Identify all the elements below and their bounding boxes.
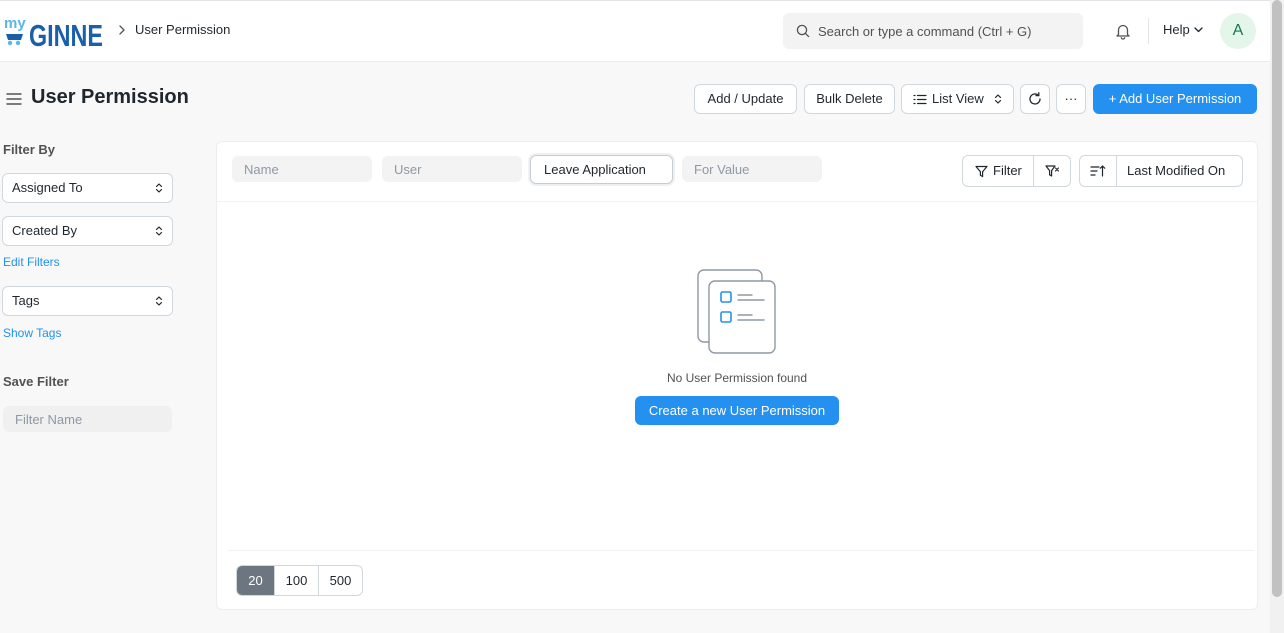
select-updown-icon	[155, 296, 163, 306]
card-footer-divider	[228, 550, 1254, 551]
page-size-500[interactable]: 500	[319, 566, 362, 595]
tags-select[interactable]: Tags	[2, 286, 173, 316]
save-filter-label: Save Filter	[3, 374, 69, 389]
empty-list-illustration-icon	[697, 269, 776, 354]
user-filter-input[interactable]	[382, 156, 522, 182]
bulk-delete-button[interactable]: Bulk Delete	[804, 84, 895, 114]
add-update-button[interactable]: Add / Update	[694, 84, 797, 114]
user-avatar[interactable]: A	[1220, 13, 1256, 49]
assigned-to-label: Assigned To	[12, 180, 83, 195]
page-size-100[interactable]: 100	[275, 566, 318, 595]
filter-by-label: Filter By	[3, 142, 56, 157]
breadcrumb-chevron-icon	[119, 25, 125, 35]
allow-filter-input[interactable]	[530, 155, 673, 184]
search-input[interactable]	[818, 13, 1073, 49]
chevron-down-icon	[1194, 27, 1203, 33]
app-logo[interactable]: my GINNE	[4, 14, 104, 53]
for-value-filter-input[interactable]	[682, 156, 822, 182]
select-updown-icon	[155, 183, 163, 193]
list-view-label: List View	[932, 91, 984, 106]
create-new-user-permission-button[interactable]: Create a new User Permission	[635, 396, 839, 425]
tags-label: Tags	[12, 293, 40, 308]
list-icon	[913, 94, 927, 105]
refresh-button[interactable]	[1020, 84, 1050, 114]
page-size-20[interactable]: 20	[237, 566, 274, 595]
logo-text-brand: GINNE	[29, 18, 103, 48]
page-scrollbar-thumb[interactable]	[1272, 0, 1282, 597]
page-title: User Permission	[31, 86, 189, 108]
breadcrumb-user-permission[interactable]: User Permission	[135, 22, 230, 37]
edit-filters-link[interactable]: Edit Filters	[3, 255, 60, 269]
filter-icon	[975, 165, 988, 178]
filter-name-input[interactable]	[3, 406, 172, 432]
help-dropdown[interactable]: Help	[1163, 22, 1190, 37]
filter-button[interactable]: Filter	[962, 155, 1034, 187]
created-by-label: Created By	[12, 223, 78, 238]
created-by-select[interactable]: Created By	[2, 216, 173, 246]
notification-bell-icon[interactable]	[1114, 22, 1132, 40]
card-divider	[217, 201, 1257, 202]
logo-text-my: my	[4, 15, 26, 32]
awesomebar[interactable]	[783, 13, 1083, 49]
assigned-to-select[interactable]: Assigned To	[2, 173, 173, 203]
filter-button-label: Filter	[993, 163, 1022, 178]
search-icon	[796, 24, 810, 38]
empty-state-message: No User Permission found	[666, 371, 808, 385]
name-filter-input[interactable]	[232, 156, 372, 182]
clear-filters-button[interactable]	[1033, 155, 1071, 187]
sidebar-toggle-icon[interactable]	[6, 92, 22, 106]
sort-field-button[interactable]: Last Modified On	[1116, 155, 1243, 187]
navbar-divider	[1148, 18, 1149, 44]
filter-clear-icon	[1045, 165, 1060, 177]
show-tags-link[interactable]: Show Tags	[3, 326, 61, 340]
add-user-permission-button[interactable]: + Add User Permission	[1093, 84, 1257, 114]
more-actions-button[interactable]: ···	[1056, 84, 1086, 114]
select-updown-icon	[155, 226, 163, 236]
sort-ascending-icon	[1090, 165, 1106, 177]
refresh-icon	[1029, 92, 1041, 105]
page-length-selector: 20 100 500	[236, 565, 363, 596]
list-view-button[interactable]: List View	[901, 84, 1014, 114]
sort-order-button[interactable]	[1079, 155, 1117, 187]
select-updown-icon	[994, 94, 1002, 104]
